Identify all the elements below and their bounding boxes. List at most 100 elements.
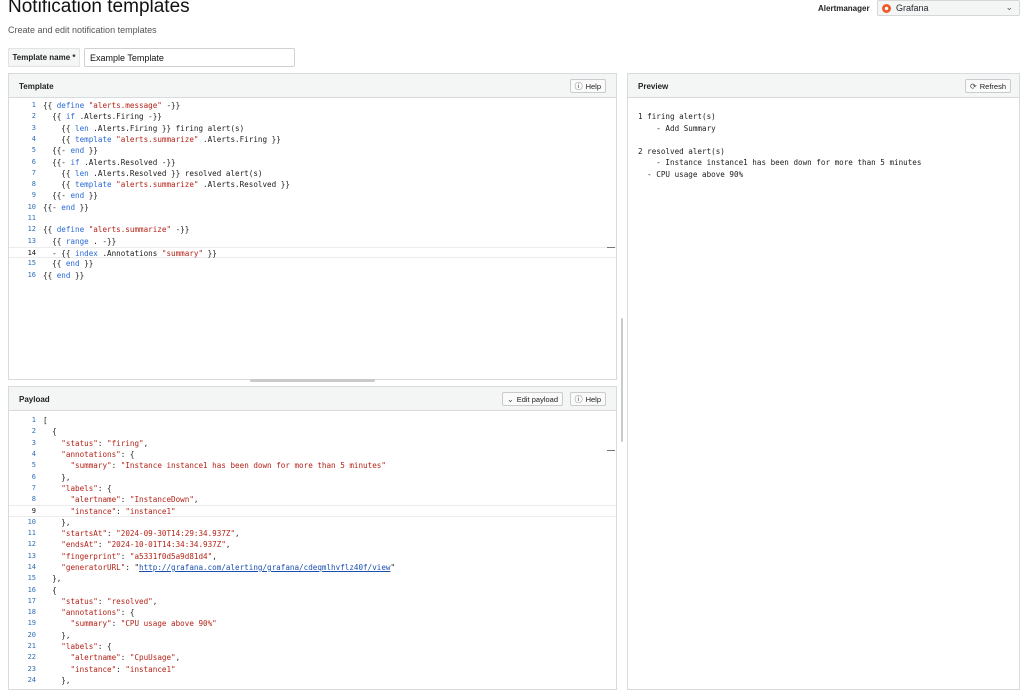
code-text: {{ template "alerts.summarize" .Alerts.R… — [43, 180, 290, 190]
line-number: 15 — [27, 259, 36, 268]
payload-line[interactable]: 13 "fingerprint": "a5331f0d5a9d81d4", — [9, 551, 616, 562]
line-number: 3 — [31, 123, 36, 132]
line-number: 1 — [31, 416, 36, 424]
line-number: 17 — [27, 596, 36, 605]
code-text: "annotations": { — [61, 608, 135, 618]
template-line[interactable]: 16 {{ end }} — [9, 270, 616, 281]
payload-line[interactable]: 15 }, — [9, 573, 616, 584]
payload-line[interactable]: 4 "annotations": { — [9, 449, 616, 460]
payload-line[interactable]: 23 "instance": "instance1" — [9, 664, 616, 675]
line-number: 5 — [31, 461, 36, 470]
template-code-editor[interactable]: 1{{ define "alerts.message" -}} 2 {{ if .… — [9, 100, 616, 370]
code-text: {{ define "alerts.summarize" -}} — [43, 225, 190, 235]
payload-line[interactable]: 10 }, — [9, 517, 616, 528]
editor-scroll-marker — [607, 450, 615, 451]
code-text: "alertname": "InstanceDown", — [70, 495, 199, 505]
code-text: }, — [43, 472, 71, 482]
code-text: "status": "resolved", — [61, 596, 158, 606]
preview-line: 2 resolved alert(s) — [638, 146, 725, 156]
payload-line[interactable]: 5 "summary": "Instance instance1 has bee… — [9, 460, 616, 471]
line-number: 2 — [31, 427, 36, 436]
line-number: 18 — [27, 608, 36, 617]
payload-line[interactable]: 1[ — [9, 415, 616, 426]
line-number: 12 — [27, 540, 36, 549]
panel-splitter[interactable] — [621, 318, 623, 442]
template-line[interactable]: 4 {{ template "alerts.summarize" .Alerts… — [9, 134, 616, 145]
template-line[interactable]: 13 {{ range . -}} — [9, 236, 616, 247]
template-panel: Template ⓘ Help 1 {{ define "alerts.messa… — [8, 73, 617, 380]
line-number: 22 — [27, 653, 36, 662]
template-line[interactable]: 3 {{ len .Alerts.Firing }} firing alert(… — [9, 123, 616, 134]
payload-line[interactable]: 17 "status": "resolved", — [9, 596, 616, 607]
payload-line[interactable]: 3 "status": "firing", — [9, 438, 616, 449]
alertmanager-value: Grafana — [896, 3, 929, 13]
preview-line: - Instance instance1 has been down for m… — [638, 158, 922, 167]
code-text: "labels": { — [61, 483, 112, 493]
template-line[interactable]: 14 - {{ index .Annotations "summary" }} — [9, 246, 616, 259]
edit-payload-button[interactable]: ⌄ Edit payload — [502, 392, 563, 406]
template-line[interactable]: 15 {{ end }} — [9, 258, 616, 269]
payload-line[interactable]: 12 "endsAt": "2024-10-01T14:34:34.937Z", — [9, 539, 616, 550]
line-number: 9 — [31, 191, 36, 200]
line-number: 21 — [27, 642, 36, 650]
payload-line[interactable]: 21 "labels": { — [9, 641, 616, 652]
code-text: "summary": "Instance instance1 has been … — [70, 461, 386, 471]
payload-line[interactable]: 20 }, — [9, 630, 616, 641]
line-number: 20 — [27, 630, 36, 639]
payload-line[interactable]: 8 "alertname": "InstanceDown", — [9, 494, 616, 505]
code-text: {{- end }} — [43, 146, 98, 156]
payload-help-button[interactable]: ⓘ Help — [569, 392, 606, 406]
preview-line: 1 firing alert(s) — [638, 112, 716, 121]
line-number: 7 — [31, 483, 36, 492]
code-text: "status": "firing", — [61, 438, 149, 448]
chevron-down-icon: ⌄ — [507, 394, 514, 404]
payload-line[interactable]: 16 { — [9, 585, 616, 596]
payload-panel-title: Payload — [19, 395, 50, 404]
line-number: 15 — [27, 574, 36, 583]
template-line[interactable]: 8 {{ template "alerts.summarize" .Alerts… — [9, 179, 616, 190]
template-line[interactable]: 6 {{- if .Alerts.Resolved -}} — [9, 157, 616, 168]
template-help-label: Help — [585, 81, 601, 91]
code-text: "instance": "instance1" — [70, 664, 176, 674]
payload-line[interactable]: 2 { — [9, 426, 616, 437]
code-text: }, — [43, 675, 71, 685]
preview-panel-header: Preview ⟳ Refresh — [628, 74, 1019, 98]
payload-line[interactable]: 22 "alertname": "CpuUsage", — [9, 652, 616, 663]
line-number: 1 — [31, 101, 36, 109]
template-panel-title: Template — [19, 82, 54, 91]
template-help-button[interactable]: ⓘ Help — [569, 79, 606, 93]
code-text: { — [43, 427, 57, 437]
template-panel-header: Template ⓘ Help — [9, 74, 616, 98]
payload-line[interactable]: 14 "generatorURL": "http://grafana.com/a… — [9, 562, 616, 573]
template-line[interactable]: 2 {{ if .Alerts.Firing -}} — [9, 111, 616, 122]
template-line[interactable]: 11 — [9, 213, 616, 224]
code-text: }, — [43, 517, 71, 527]
payload-panel-header: Payload ⌄ Edit payload ⓘ Help — [9, 387, 616, 411]
template-line[interactable]: 12 {{ define "alerts.summarize" -}} — [9, 224, 616, 235]
payload-line[interactable]: 9 "instance": "instance1" — [9, 505, 616, 517]
payload-line[interactable]: 18 "annotations": { — [9, 607, 616, 618]
alertmanager-select[interactable]: Grafana ⌄ — [877, 0, 1020, 16]
code-text: "alertname": "CpuUsage", — [70, 653, 181, 663]
template-line[interactable]: 7 {{ len .Alerts.Resolved }} resolved al… — [9, 168, 616, 179]
template-line[interactable]: 9 {{- end }} — [9, 190, 616, 201]
template-name-input[interactable] — [84, 48, 295, 67]
line-number: 13 — [27, 236, 36, 245]
template-line[interactable]: 5 {{- end }} — [9, 145, 616, 156]
template-line[interactable]: 1 {{ define "alerts.message" -}} — [9, 100, 616, 111]
payload-line[interactable]: 11 "startsAt": "2024-09-30T14:29:34.937Z… — [9, 528, 616, 539]
payload-code-editor[interactable]: 1[2 {3 "status": "firing", 4 "annotations… — [9, 415, 616, 690]
code-text: {{- if .Alerts.Resolved -}} — [43, 157, 176, 167]
code-text: "summary": "CPU usage above 90%" — [70, 619, 217, 629]
payload-line[interactable]: 24 }, — [9, 675, 616, 686]
line-number: 8 — [31, 495, 36, 504]
preview-output: 1 firing alert(s) - Add Summary 2 resolve… — [638, 111, 921, 180]
payload-line[interactable]: 6 }, — [9, 472, 616, 483]
template-line[interactable]: 10 {{- end }} — [9, 202, 616, 213]
code-text: }, — [43, 574, 62, 584]
editor-resize-handle[interactable] — [250, 379, 375, 382]
refresh-button[interactable]: ⟳ Refresh — [965, 79, 1011, 93]
payload-line[interactable]: 19 "summary": "CPU usage above 90%" — [9, 618, 616, 629]
preview-panel: Preview ⟳ Refresh 1 firing alert(s) - Ad… — [627, 73, 1020, 690]
payload-line[interactable]: 7 "labels": { — [9, 483, 616, 494]
